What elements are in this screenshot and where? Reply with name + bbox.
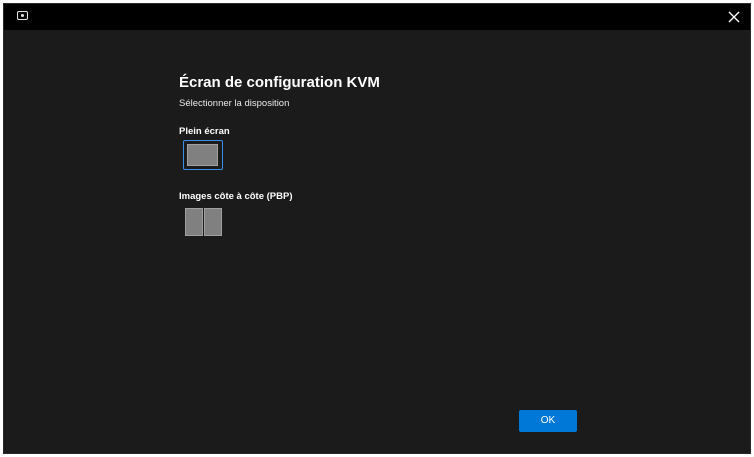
side-by-side-left-pane-icon (185, 208, 203, 236)
close-button[interactable] (724, 7, 744, 27)
page-subtitle: Sélectionner la disposition (179, 98, 290, 109)
monitor-settings-icon (17, 11, 28, 20)
side-by-side-right-pane-icon (204, 208, 222, 236)
kvm-setup-window: Écran de configuration KVM Sélectionner … (3, 3, 751, 454)
full-screen-layout-icon (187, 144, 218, 166)
ok-button[interactable]: OK (519, 410, 577, 432)
page-title: Écran de configuration KVM (179, 74, 380, 91)
full-screen-layout-option[interactable] (183, 140, 223, 170)
side-by-side-label: Images côte à côte (PBP) (179, 191, 293, 202)
close-icon (728, 11, 740, 23)
side-by-side-layout-option[interactable] (185, 208, 225, 238)
full-screen-label: Plein écran (179, 126, 230, 137)
title-bar (4, 4, 750, 30)
